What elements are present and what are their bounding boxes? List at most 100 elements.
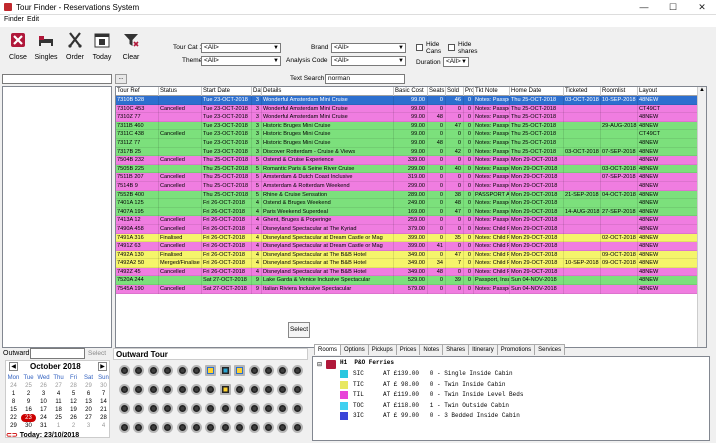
table-row[interactable]: 7311B 460 Tue 23-OCT-2018 3 Historic Bruges… <box>116 121 706 131</box>
brand-select[interactable]: <All> ▼ <box>331 43 406 53</box>
calendar-day[interactable]: 30 <box>96 382 111 390</box>
calendar-day[interactable]: 15 <box>6 406 21 414</box>
table-row[interactable]: 7545A 190 Cancelled Sat 27-OCT-2018 9 Italia… <box>116 285 706 294</box>
singles-button[interactable]: Singles <box>33 30 59 68</box>
seat-icon[interactable] <box>119 365 130 376</box>
menu-finder[interactable]: Finder <box>4 16 24 23</box>
calendar-day[interactable]: 7 <box>96 390 111 398</box>
column-header[interactable]: Tour Ref <box>116 87 159 96</box>
seat-icon[interactable] <box>191 422 202 433</box>
seat-icon[interactable] <box>205 365 217 376</box>
room-code[interactable]: SIC <box>353 369 364 379</box>
seat-icon[interactable] <box>162 384 174 395</box>
table-row[interactable]: 7514B 9 Cancelled Thu 25-OCT-2018 5 Amsterda… <box>116 181 706 191</box>
column-header[interactable]: Status <box>159 87 202 96</box>
calendar-day[interactable]: 11 <box>51 398 66 406</box>
seat-icon[interactable] <box>133 384 145 395</box>
column-header[interactable]: Details <box>262 87 394 96</box>
seat-icon[interactable] <box>162 365 174 376</box>
calendar-day[interactable]: 2 <box>21 390 36 398</box>
grid-scrollbar[interactable]: ▲ <box>697 87 706 347</box>
seat-icon[interactable] <box>133 422 145 433</box>
table-row[interactable]: 7311C 438 Cancelled Tue 23-OCT-2018 3 Histor… <box>116 130 706 139</box>
table-row[interactable]: 7413A 12 Cancelled Fri 26-OCT-2018 4 Ghent, … <box>116 216 706 225</box>
menu-edit[interactable]: Edit <box>27 16 39 23</box>
calendar-day[interactable]: 29 <box>6 422 21 430</box>
table-row[interactable]: 7511B 207 Cancelled Thu 25-OCT-2018 5 Amster… <box>116 173 706 182</box>
seat-icon[interactable] <box>248 365 260 376</box>
table-row[interactable]: 7310Z 77 Tue 23-OCT-2018 3 Wonderful Amster… <box>116 113 706 122</box>
seat-icon[interactable] <box>277 403 289 414</box>
seat-icon[interactable] <box>205 403 217 414</box>
column-header[interactable]: Tkt Note <box>474 87 510 96</box>
seat-icon[interactable] <box>191 384 202 395</box>
column-header[interactable]: Prov <box>464 87 474 96</box>
tab-prices[interactable]: Prices <box>395 344 421 355</box>
calendar-day[interactable]: 29 <box>81 382 96 390</box>
outward-input[interactable] <box>30 348 85 359</box>
seat-icon[interactable] <box>119 403 130 414</box>
calendar-day[interactable]: 3 <box>81 422 96 430</box>
seat-icon[interactable] <box>133 365 145 376</box>
seat-icon[interactable] <box>219 422 231 433</box>
hide-shares-checkbox[interactable] <box>448 44 455 51</box>
table-row[interactable]: 7492A2 50 Merged/Finalise Fri 26-OCT-2018 4… <box>116 259 706 268</box>
calendar-day[interactable]: 12 <box>66 398 81 406</box>
order-button[interactable]: Order <box>62 30 88 68</box>
column-header[interactable]: Days <box>252 87 262 96</box>
tab-options[interactable]: Options <box>340 344 369 355</box>
room-code[interactable]: TIL <box>353 390 364 400</box>
table-row[interactable]: 7504B 232 Cancelled Thu 25-OCT-2018 5 Ostend… <box>116 156 706 165</box>
seat-icon[interactable] <box>263 384 274 395</box>
today-button[interactable]: Today <box>89 30 115 68</box>
calendar-day[interactable]: 23 <box>21 414 36 422</box>
seat-icon[interactable] <box>176 403 188 414</box>
column-header[interactable]: Home Date <box>510 87 564 96</box>
seat-icon[interactable] <box>162 403 174 414</box>
seat-icon[interactable] <box>248 422 260 433</box>
seat-icon[interactable] <box>147 422 159 433</box>
table-row[interactable]: 7401A 125 Fri 26-OCT-2018 4 Ostend & Bruges… <box>116 199 706 208</box>
maximize-button[interactable]: ☐ <box>659 0 687 15</box>
seat-icon[interactable] <box>219 384 231 395</box>
calendar-day[interactable]: 24 <box>6 382 21 390</box>
calendar-day[interactable]: 9 <box>21 398 36 406</box>
tourcat-select[interactable]: <All> ▼ <box>201 43 281 53</box>
seat-icon[interactable] <box>291 365 303 376</box>
seat-icon[interactable] <box>119 422 130 433</box>
calendar-day[interactable]: 20 <box>81 406 96 414</box>
column-header[interactable]: Start Date <box>202 87 252 96</box>
close-window-button[interactable]: ✕ <box>688 0 716 15</box>
tour-grid[interactable]: Tour RefStatusStart DateDaysDetailsBasic… <box>115 86 707 348</box>
calendar-day[interactable]: 14 <box>96 398 111 406</box>
column-header[interactable]: Roomlist <box>601 87 638 96</box>
next-month-button[interactable]: ▶ <box>98 362 107 371</box>
table-row[interactable]: 7491Z 63 Cancelled Fri 26-OCT-2018 4 Disneyl… <box>116 242 706 251</box>
analysis-select[interactable]: <All> ▼ <box>331 56 406 66</box>
seat-icon[interactable] <box>147 365 159 376</box>
table-row[interactable]: 7490A 458 Cancelled Fri 26-OCT-2018 4 Disney… <box>116 224 706 234</box>
seat-icon[interactable] <box>263 403 274 414</box>
table-row[interactable]: 7492Z 45 Cancelled Fri 26-OCT-2018 4 Disneyl… <box>116 267 706 277</box>
calendar-day[interactable]: 2 <box>66 422 81 430</box>
duration-select[interactable]: <All> ▼ <box>443 57 469 67</box>
minimize-button[interactable]: — <box>630 0 658 15</box>
seat-icon[interactable] <box>234 384 246 395</box>
seat-icon[interactable] <box>291 422 303 433</box>
calendar-day[interactable]: 25 <box>21 382 36 390</box>
close-button[interactable]: Close <box>5 30 31 68</box>
column-header[interactable]: Ticketed <box>564 87 601 96</box>
seat-icon[interactable] <box>162 422 174 433</box>
calendar-day[interactable]: 19 <box>66 406 81 414</box>
seat-icon[interactable] <box>234 403 246 414</box>
calendar-day[interactable]: 27 <box>51 382 66 390</box>
column-header[interactable]: Basic Cost <box>394 87 428 96</box>
prev-month-button[interactable]: ◀ <box>9 362 18 371</box>
calendar-day[interactable]: 8 <box>6 398 21 406</box>
seat-icon[interactable] <box>248 403 260 414</box>
calendar-day[interactable]: 10 <box>36 398 51 406</box>
calendar-day[interactable]: 31 <box>36 422 51 430</box>
seat-icon[interactable] <box>176 422 188 433</box>
seat-icon[interactable] <box>291 384 303 395</box>
calendar-day[interactable]: 13 <box>81 398 96 406</box>
